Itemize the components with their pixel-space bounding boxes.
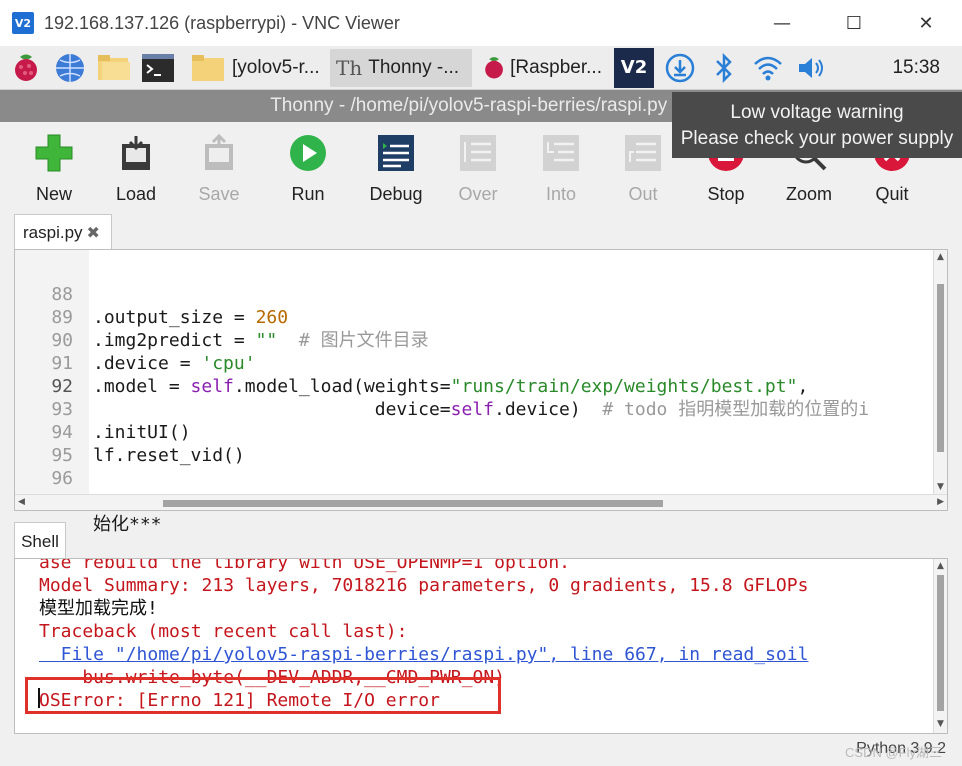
vnc-server-icon[interactable]: V2	[614, 47, 654, 88]
scroll-right-icon[interactable]: ▶	[937, 497, 944, 507]
file-manager-icon[interactable]	[96, 50, 132, 86]
editor-horizontal-scrollbar[interactable]: ◀ ▶	[15, 494, 947, 510]
clock[interactable]: 15:38	[892, 46, 940, 90]
traceback-file-link[interactable]: File "/home/pi/yolov5-raspi-berries/rasp…	[39, 643, 809, 666]
folder-task-icon	[190, 50, 226, 86]
load-button[interactable]: Load	[96, 130, 176, 205]
scroll-up-icon[interactable]: ▲	[937, 252, 944, 262]
save-icon	[200, 134, 238, 172]
task-raspberry[interactable]: [Raspber...	[476, 49, 608, 87]
code-line: 95	[15, 421, 947, 466]
tab-close-icon[interactable]: ✖	[87, 223, 100, 243]
scroll-up-icon[interactable]: ▲	[937, 561, 944, 571]
step-out-button[interactable]: Out	[603, 130, 683, 205]
shell-line: Traceback (most recent call last):	[39, 621, 408, 642]
tooltip-line-2: Please check your power supply	[680, 128, 954, 149]
shell-line: 模型加载完成!	[39, 598, 158, 619]
debug-icon	[377, 134, 415, 172]
save-label: Save	[198, 184, 240, 204]
scroll-thumb[interactable]	[937, 284, 944, 452]
save-button[interactable]: Save	[179, 130, 259, 205]
new-plus-icon	[35, 134, 73, 172]
code-line: 96	[15, 444, 947, 489]
run-label: Run	[291, 184, 325, 204]
load-label: Load	[115, 184, 157, 204]
run-play-icon	[289, 134, 327, 172]
quit-label: Quit	[875, 184, 909, 204]
watermark: CSDN @Fly湖三	[845, 745, 942, 760]
step-out-icon	[624, 134, 662, 172]
task-thonny-label: Thonny -...	[368, 56, 460, 78]
error-highlight-box	[25, 677, 501, 714]
volume-icon[interactable]	[794, 50, 830, 86]
raspberry-task-icon	[485, 56, 503, 78]
editor-vertical-scrollbar[interactable]: ▲ ▼	[933, 250, 947, 496]
vnc-logo-icon: V2	[12, 12, 34, 34]
scroll-down-icon[interactable]: ▼	[937, 482, 944, 492]
debug-label: Debug	[369, 184, 423, 204]
code-line: 92 device=self.device) # todo 指明模型加载的位置的…	[15, 352, 947, 420]
code-line: 97 始化***	[15, 467, 947, 535]
new-label: New	[35, 184, 72, 204]
raspberry-taskbar: [yolov5-r... Th Thonny -... [Raspber... …	[0, 46, 962, 90]
close-button[interactable]: ✕	[890, 0, 962, 46]
zoom-label: Zoom	[785, 184, 832, 204]
window-controls: — ☐ ✕	[746, 0, 962, 46]
update-download-icon[interactable]	[662, 50, 698, 86]
tooltip-line-1: Low voltage warning	[730, 102, 904, 123]
code-editor[interactable]: 88 .output_size = 260 89 .img2predict = …	[14, 249, 948, 535]
code-line: 88 .output_size = 260	[15, 260, 947, 328]
wifi-icon[interactable]	[750, 50, 786, 86]
text-caret	[38, 688, 40, 708]
web-browser-icon[interactable]	[52, 50, 88, 86]
code-line: 90 .device = 'cpu'	[15, 306, 947, 374]
load-icon	[117, 134, 155, 172]
step-into-button[interactable]: Into	[521, 130, 601, 205]
code-docstring: 始化***	[93, 514, 162, 535]
scroll-left-icon[interactable]: ◀	[18, 497, 25, 507]
step-out-label: Out	[628, 184, 658, 204]
run-button[interactable]: Run	[268, 130, 348, 205]
code-line: 94 lf.reset_vid()	[15, 398, 947, 466]
step-over-label: Over	[458, 184, 498, 204]
shell-vertical-scrollbar[interactable]: ▲ ▼	[933, 559, 947, 733]
task-thonny[interactable]: Th Thonny -...	[330, 48, 472, 87]
tab-raspi-py[interactable]: raspi.py ✖	[14, 214, 112, 250]
code-line: 91 .model = self.model_load(weights="run…	[15, 329, 947, 397]
new-button[interactable]: New	[14, 130, 94, 205]
bluetooth-icon[interactable]	[706, 50, 742, 86]
code-line: 93 .initUI()	[15, 375, 947, 443]
maximize-button[interactable]: ☐	[818, 0, 890, 46]
stop-label: Stop	[707, 184, 745, 204]
shell-line: ase rebuild the library with USE_OPENMP=…	[39, 558, 571, 573]
code-line: 89 .img2predict = "" # 图片文件目录	[15, 283, 947, 351]
minimize-button[interactable]: —	[746, 0, 818, 46]
tab-raspi-py-label: raspi.py	[23, 222, 83, 242]
editor-lines: 88 .output_size = 260 89 .img2predict = …	[15, 260, 947, 535]
vnc-titlebar: V2 192.168.137.126 (raspberrypi) - VNC V…	[0, 0, 962, 46]
tab-shell[interactable]: Shell	[14, 522, 66, 560]
step-into-icon	[542, 134, 580, 172]
step-into-label: Into	[545, 184, 577, 204]
thonny-task-icon: Th	[336, 55, 363, 80]
step-over-button[interactable]: Over	[438, 130, 518, 205]
window-title: 192.168.137.126 (raspberrypi) - VNC View…	[44, 12, 400, 33]
task-yolov5-folder[interactable]: [yolov5-r...	[226, 49, 326, 87]
scroll-thumb[interactable]	[937, 575, 944, 711]
low-voltage-tooltip: Low voltage warning Please check your po…	[672, 92, 962, 158]
step-over-icon	[459, 134, 497, 172]
shell-line: Model Summary: 213 layers, 7018216 param…	[39, 575, 809, 596]
scroll-thumb[interactable]	[163, 500, 663, 507]
scroll-down-icon[interactable]: ▼	[937, 719, 944, 729]
task-raspberry-label: [Raspber...	[510, 56, 602, 78]
debug-button[interactable]: Debug	[356, 130, 436, 205]
terminal-icon[interactable]	[140, 50, 176, 86]
raspberry-menu-icon[interactable]	[8, 50, 44, 86]
